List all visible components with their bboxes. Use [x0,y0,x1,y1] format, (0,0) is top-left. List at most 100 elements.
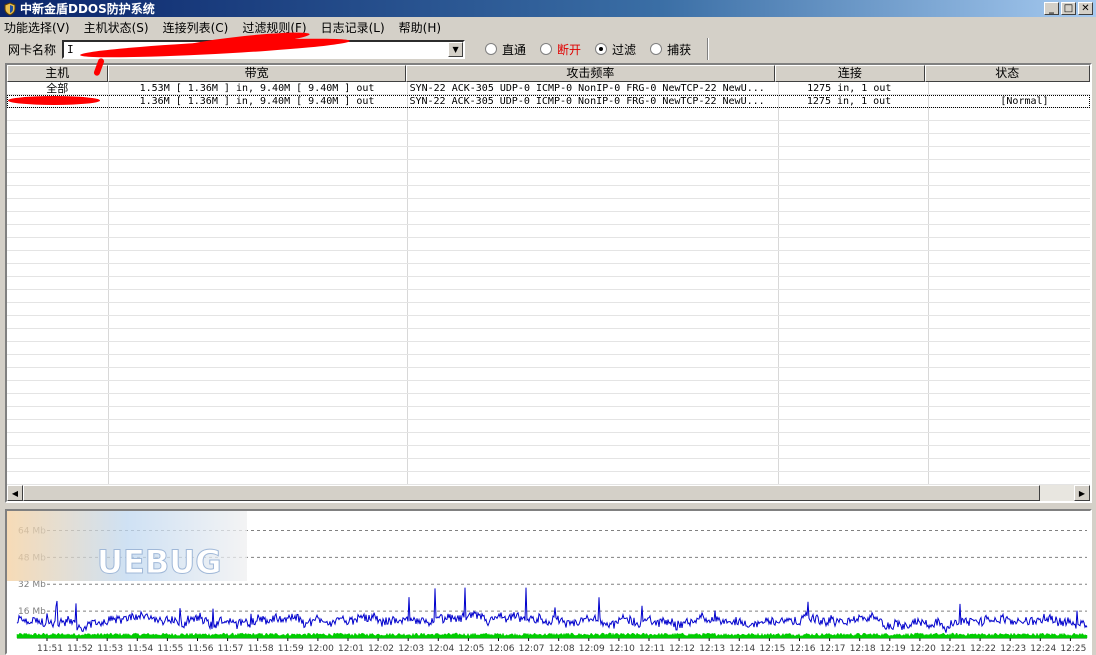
cell-bandwidth: 1.36M [ 1.36M ] in, 9.40M [ 9.40M ] out [139,96,375,107]
x-tick-label: 12:00 [308,644,334,653]
x-tick-label: 11:57 [218,644,244,653]
x-tick-label: 11:58 [248,644,274,653]
menu-host-status[interactable]: 主机状态(S) [84,19,149,36]
x-tick-label: 12:25 [1060,644,1086,653]
host-table: 主机 带宽 攻击频率 连接 状态 全部 1.53M [ 1.36M ] in, … [5,63,1092,503]
menu-filter-rules[interactable]: 过滤规则(F) [242,19,306,36]
x-tick-label: 12:22 [970,644,996,653]
cell-status [925,82,1090,95]
y-tick-label: 64 Mb [18,526,46,536]
radio-capture[interactable]: 捕获 [650,41,691,58]
x-tick-label: 12:12 [669,644,695,653]
x-tick-label: 12:09 [579,644,605,653]
radio-passthrough[interactable]: 直通 [485,41,526,58]
x-tick-label: 12:23 [1000,644,1026,653]
x-tick-label: 12:05 [458,644,484,653]
x-tick-label: 11:52 [67,644,93,653]
menu-connections[interactable]: 连接列表(C) [163,19,229,36]
col-header-bandwidth[interactable]: 带宽 [107,65,406,82]
nic-select[interactable]: I ▼ [62,39,466,59]
x-tick-label: 12:08 [549,644,575,653]
traffic-chart: 64 Mb 48 Mb 32 Mb 16 Mb 11:51 11:52 11:53 11:54… [5,509,1092,655]
table-row[interactable]: 1.36M [ 1.36M ] in, 9.40M [ 9.40M ] out … [7,95,1090,108]
col-header-host[interactable]: 主机 [7,65,108,82]
x-tick-label: 12:17 [820,644,846,653]
y-tick-label: 48 Mb [18,553,46,563]
scrollbar-thumb[interactable] [23,485,1040,501]
x-tick-label: 12:11 [639,644,665,653]
chevron-right-icon[interactable]: ▶ [1074,485,1090,501]
col-header-attack-rate[interactable]: 攻击频率 [405,65,776,82]
x-tick-label: 11:53 [97,644,123,653]
radio-dot [650,43,663,55]
x-tick-label: 11:56 [188,644,214,653]
x-tick-label: 12:19 [880,644,906,653]
chevron-left-icon[interactable]: ◀ [7,485,23,501]
horizontal-scrollbar[interactable]: ◀ ▶ [7,485,1090,501]
title-bar: 中新金盾DDOS防护系统 _ □ ✕ [0,0,1096,17]
series-blue-line [16,587,1088,633]
cell-connections: 1275 in, 1 out [806,96,892,107]
radio-label: 断开 [557,42,582,57]
traffic-chart-svg: 64 Mb 48 Mb 32 Mb 16 Mb 11:51 11:52 11:53 11:54… [16,526,1088,653]
x-tick-label: 12:10 [609,644,635,653]
cell-attack-rate: SYN-22 ACK-305 UDP-0 ICMP-0 NonIP-0 FRG-… [409,96,765,107]
nic-select-value: I [67,42,74,56]
radio-dot-checked [595,43,608,55]
table-header: 主机 带宽 攻击频率 连接 状态 [7,65,1090,82]
x-tick-label: 12:24 [1030,644,1056,653]
chevron-down-icon[interactable]: ▼ [448,41,464,57]
y-tick-label: 16 Mb [18,607,46,617]
menu-function[interactable]: 功能选择(V) [4,19,70,36]
radio-dot [485,43,498,55]
mode-radio-group: 直通 断开 过滤 捕获 [485,38,710,60]
x-tick-label: 11:55 [157,644,183,653]
x-tick-label: 12:18 [850,644,876,653]
radio-disconnect[interactable]: 断开 [540,41,581,58]
x-tick-label: 12:20 [910,644,936,653]
x-tick-label: 12:13 [699,644,725,653]
x-tick-label: 12:21 [940,644,966,653]
cell-host: 全部 [46,82,69,95]
scrollbar-track[interactable] [23,485,1074,501]
nic-label: 网卡名称 [8,42,57,57]
x-tick-label: 11:59 [278,644,304,653]
x-tick-label: 12:01 [338,644,364,653]
radio-dot [540,43,553,55]
radio-filter[interactable]: 过滤 [595,41,636,58]
radio-label: 过滤 [612,42,637,57]
radio-label: 直通 [502,42,527,57]
x-tick-label: 11:51 [37,644,63,653]
x-tick-label: 12:04 [428,644,454,653]
series-green-area [16,632,1088,639]
x-tick-label: 12:14 [729,644,755,653]
table-row[interactable]: 全部 1.53M [ 1.36M ] in, 9.40M [ 9.40M ] o… [7,82,1090,95]
toolbar: 网卡名称 I ▼ 直通 断开 过滤 捕获 [0,37,1096,61]
window-title: 中新金盾DDOS防护系统 [20,2,155,16]
toolbar-separator [707,38,710,60]
radio-label: 捕获 [667,42,692,57]
cell-status: [Normal] [1000,96,1049,107]
menu-bar: 功能选择(V) 主机状态(S) 连接列表(C) 过滤规则(F) 日志记录(L) … [0,17,1096,37]
cell-host [7,95,108,108]
shield-icon [4,1,16,16]
x-tick-label: 12:07 [519,644,545,653]
close-button[interactable]: ✕ [1078,2,1093,15]
menu-logs[interactable]: 日志记录(L) [321,19,385,36]
cell-connections: 1275 in, 1 out [807,83,892,94]
minimize-button[interactable]: _ [1044,2,1059,15]
col-header-connections[interactable]: 连接 [775,65,925,82]
menu-help[interactable]: 帮助(H) [399,19,441,36]
col-header-status[interactable]: 状态 [924,65,1090,82]
x-tick-label: 12:06 [489,644,515,653]
maximize-button[interactable]: □ [1061,2,1076,15]
y-tick-label: 32 Mb [18,580,46,590]
x-tick-label: 12:03 [398,644,424,653]
cell-bandwidth: 1.53M [ 1.36M ] in, 9.40M [ 9.40M ] out [139,83,375,94]
x-tick-label: 12:02 [368,644,394,653]
table-body: 全部 1.53M [ 1.36M ] in, 9.40M [ 9.40M ] o… [7,82,1090,485]
x-tick-label: 12:16 [790,644,816,653]
cell-attack-rate: SYN-22 ACK-305 UDP-0 ICMP-0 NonIP-0 FRG-… [409,83,765,94]
x-tick-label: 11:54 [127,644,153,653]
x-tick-label: 12:15 [759,644,785,653]
